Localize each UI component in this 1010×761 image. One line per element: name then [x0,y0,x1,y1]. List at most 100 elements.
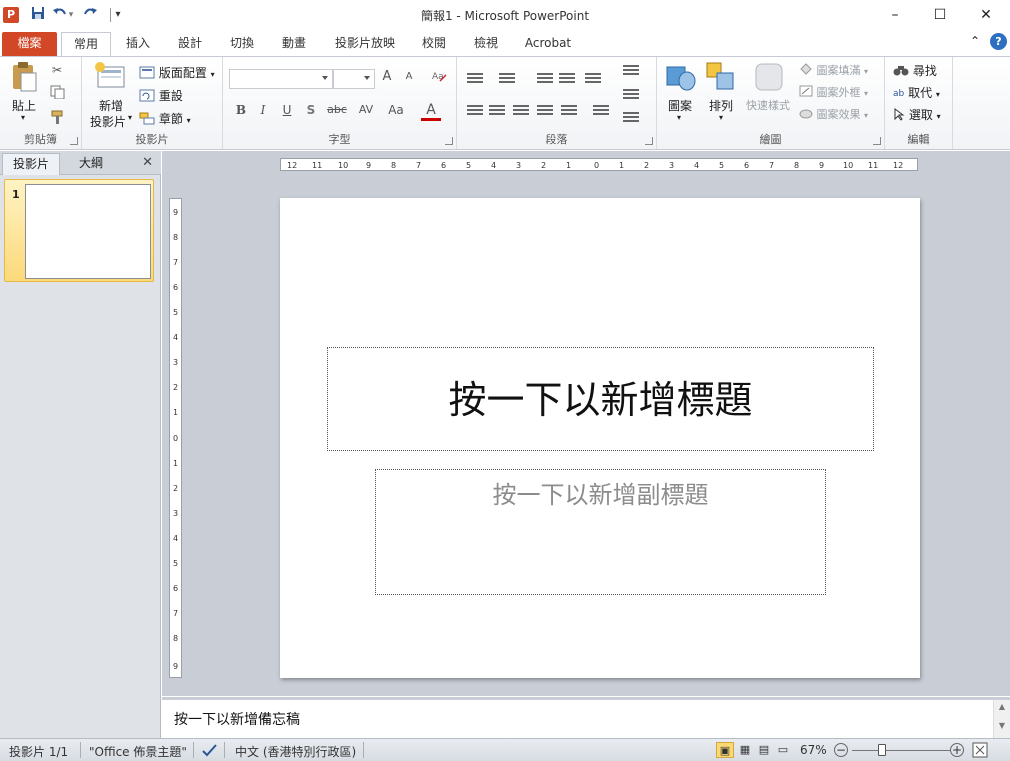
increase-indent-icon[interactable] [559,73,575,85]
quick-styles-icon[interactable] [753,61,785,96]
arrange-button[interactable]: 排列 [709,97,733,114]
select-button[interactable]: 選取 ▾ [893,106,941,124]
change-case-button[interactable]: Aa [383,103,409,117]
section-button[interactable]: 章節 ▾ [139,110,191,128]
tab-slides-pane[interactable]: 投影片 [2,153,60,175]
theme-name[interactable]: "Office 佈景主題" [89,743,187,760]
new-slide-label-1[interactable]: 新增 [99,97,123,114]
title-placeholder[interactable]: 按一下以新增標題 [327,347,874,451]
underline-button[interactable]: U [277,103,297,117]
replace-button[interactable]: ab 取代 ▾ [893,84,940,101]
notes-placeholder[interactable]: 按一下以新增備忘稿 [174,709,300,729]
tab-insert[interactable]: 插入 [117,32,159,56]
paste-icon[interactable] [10,61,38,96]
font-size-combo[interactable] [333,69,375,89]
notes-scrollbar[interactable]: ▲ ▼ [993,700,1010,738]
zoom-in-icon[interactable]: + [950,743,964,757]
bold-button[interactable]: B [231,103,251,117]
justify-icon[interactable] [537,105,553,117]
fit-to-window-icon[interactable] [972,742,988,761]
zoom-level[interactable]: 67% [800,743,827,757]
minimize-ribbon-icon[interactable]: ⌃ [970,34,980,48]
slide-thumbnail-selected[interactable]: 1 [4,179,154,282]
reset-button[interactable]: 重設 [139,87,183,105]
bullets-icon[interactable] [467,73,483,85]
shapes-dropdown-icon[interactable]: ▾ [677,113,681,122]
slideshow-view-icon[interactable]: ▭ [774,742,792,758]
scroll-down-icon[interactable]: ▼ [994,721,1010,730]
tab-view[interactable]: 檢視 [465,32,507,56]
shapes-icon[interactable] [665,61,697,96]
tab-file[interactable]: 檔案 [2,32,57,56]
zoom-slider[interactable] [852,750,950,751]
shrink-font-button[interactable]: A [399,71,419,82]
clear-format-icon[interactable]: Aa [429,69,449,86]
align-center-icon[interactable] [489,105,505,117]
minimize-button[interactable]: – [877,4,913,26]
new-slide-icon[interactable] [94,61,126,94]
slide-sorter-icon[interactable]: ▦ [736,742,754,758]
copy-icon[interactable] [50,85,66,102]
cut-icon[interactable]: ✂ [52,63,62,77]
tab-animations[interactable]: 動畫 [273,32,315,56]
decrease-indent-icon[interactable] [537,73,553,85]
paragraph-launcher-icon[interactable] [645,137,653,145]
arrange-icon[interactable] [705,61,737,96]
text-shadow-button[interactable]: S [301,103,321,117]
drawing-label: 繪圖 [759,133,782,146]
tab-design[interactable]: 設計 [169,32,211,56]
shapes-button[interactable]: 圖案 [668,97,692,114]
reading-view-icon[interactable]: ▤ [755,742,773,758]
shape-fill-button[interactable]: 圖案填滿 ▾ [799,62,868,79]
clipboard-launcher-icon[interactable] [70,137,78,145]
spelling-check-icon[interactable] [201,743,219,760]
quick-styles-button[interactable]: 快速樣式 [746,97,790,113]
normal-view-icon[interactable]: ▣ [716,742,734,758]
new-slide-dropdown-icon[interactable]: ▾ [128,113,132,122]
new-slide-label-2[interactable]: 投影片 [90,113,126,130]
align-text-icon[interactable] [623,89,639,101]
layout-button[interactable]: 版面配置 ▾ [139,64,215,82]
font-name-combo[interactable] [229,69,333,89]
language-indicator[interactable]: 中文 (香港特別行政區) [235,743,356,760]
align-left-icon[interactable] [467,105,483,117]
line-spacing-icon[interactable] [585,73,601,85]
paste-dropdown-icon[interactable]: ▾ [21,113,25,122]
font-launcher-icon[interactable] [445,137,453,145]
columns-icon[interactable] [593,105,609,117]
find-button[interactable]: 尋找 [893,62,937,80]
tab-home[interactable]: 常用 [61,32,111,56]
slide-thumbnail[interactable] [25,184,151,279]
tab-slideshow[interactable]: 投影片放映 [327,32,403,56]
shape-outline-button[interactable]: 圖案外框 ▾ [799,84,868,101]
subtitle-placeholder[interactable]: 按一下以新增副標題 [375,469,826,595]
shape-effects-button[interactable]: 圖案效果 ▾ [799,106,868,123]
text-direction-icon[interactable] [623,65,639,77]
font-color-button[interactable]: A [421,102,441,121]
tab-review[interactable]: 校閱 [413,32,455,56]
close-pane-icon[interactable]: ✕ [142,155,153,170]
smartart-icon[interactable] [623,112,639,124]
italic-button[interactable]: I [253,103,273,117]
character-spacing-button[interactable]: AV [353,103,379,116]
maximize-button[interactable]: ☐ [922,4,958,26]
notes-pane[interactable]: 按一下以新增備忘稿 ▲ ▼ [162,697,1010,738]
tab-outline-pane[interactable]: 大綱 [62,153,120,175]
format-painter-icon[interactable] [50,109,66,128]
distributed-icon[interactable] [561,105,577,117]
zoom-out-icon[interactable]: − [834,743,848,757]
zoom-slider-thumb[interactable] [878,744,886,756]
align-right-icon[interactable] [513,105,529,117]
slide-canvas[interactable]: 按一下以新增標題 按一下以新增副標題 [280,198,920,678]
tab-acrobat[interactable]: Acrobat [517,32,579,56]
help-icon[interactable]: ? [990,33,1007,50]
strikethrough-button[interactable]: abc [324,103,350,116]
drawing-launcher-icon[interactable] [873,137,881,145]
grow-font-button[interactable]: A [377,69,397,84]
paste-button[interactable]: 貼上 [12,97,36,114]
numbering-icon[interactable] [499,73,515,85]
arrange-dropdown-icon[interactable]: ▾ [719,113,723,122]
close-button[interactable]: ✕ [968,4,1004,26]
scroll-up-icon[interactable]: ▲ [994,702,1010,711]
tab-transitions[interactable]: 切換 [221,32,263,56]
